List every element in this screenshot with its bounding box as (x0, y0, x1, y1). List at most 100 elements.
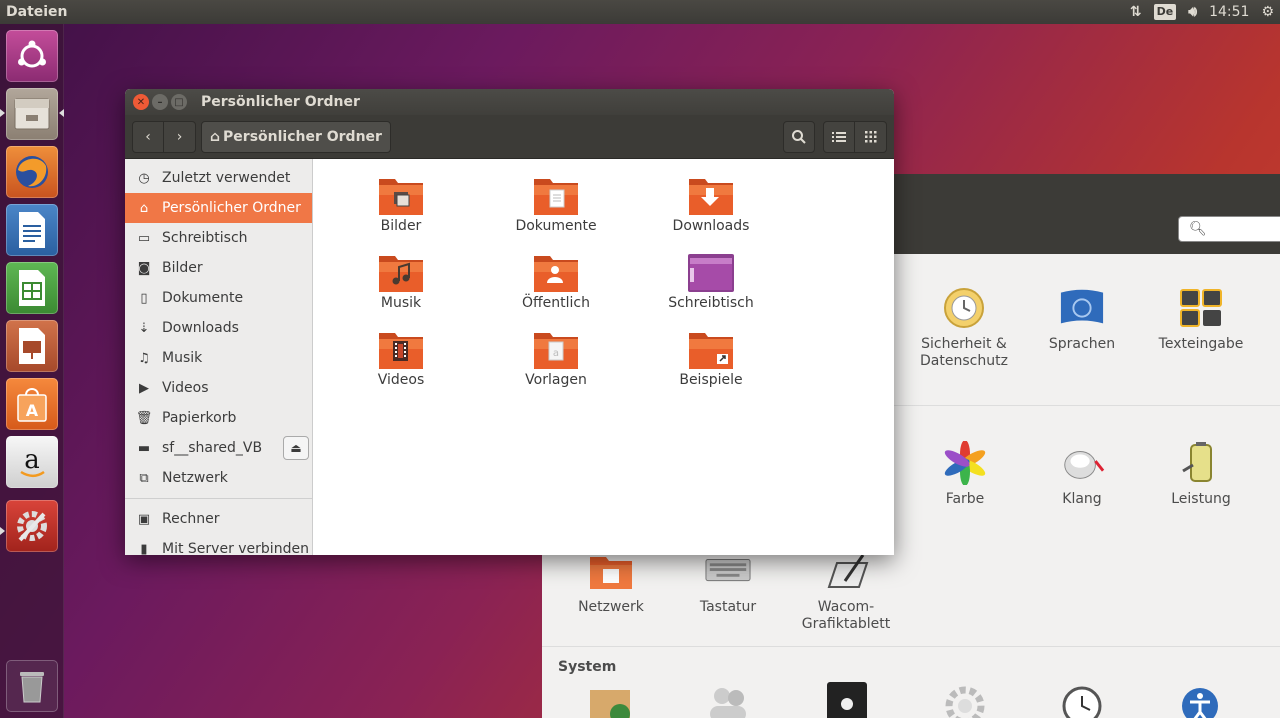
running-indicator (0, 109, 5, 117)
sidebar-item-desktop[interactable]: ▭ Schreibtisch (125, 223, 312, 253)
list-view-button[interactable] (823, 120, 855, 153)
home-icon: ⌂ (139, 200, 149, 216)
file-manager-window: ✕ – □ Persönlicher Ordner ‹ › ⌂ Persönli… (125, 89, 894, 555)
window-titlebar[interactable]: ✕ – □ Persönlicher Ordner (125, 89, 894, 115)
settings-item-label: Klang (1062, 491, 1102, 507)
chevron-left-icon: ‹ (145, 128, 151, 145)
folder-label: Schreibtisch (668, 295, 754, 311)
sidebar-item-downloads[interactable]: ⇣ Downloads (125, 313, 312, 343)
folder-label: Musik (380, 295, 422, 311)
sidebar-item-label: Downloads (162, 320, 239, 336)
eject-button[interactable]: ⏏ (283, 436, 309, 460)
folder-label: Dokumente (515, 218, 597, 234)
sidebar-item-connect-server[interactable]: ▮ Mit Server verbinden (125, 534, 312, 555)
settings-item-keyboard[interactable]: Tastatur (669, 549, 787, 616)
calc-icon[interactable] (6, 262, 58, 314)
ubuntu-dash-icon[interactable] (6, 30, 58, 82)
folder-item[interactable]: a Vorlagen (491, 327, 621, 388)
settings-item-label: Leistung (1171, 491, 1231, 507)
sidebar-item-recent[interactable]: ◷ Zuletzt verwendet (125, 163, 312, 193)
settings-item-color[interactable]: Farbe (906, 441, 1024, 508)
server-icon: ▮ (140, 541, 148, 556)
settings-search-input[interactable]: 🔍︎ (1178, 216, 1280, 242)
svg-text:A: A (26, 401, 39, 420)
keyboard-layout-indicator[interactable]: De (1153, 4, 1177, 20)
network-icon (588, 549, 634, 593)
backup-icon[interactable] (825, 682, 869, 718)
volume-icon[interactable]: 🔊︎ (1188, 4, 1197, 20)
home-icon: ⌂ (210, 128, 221, 145)
sidebar-item-trash[interactable]: 🗑︎ Papierkorb (125, 403, 312, 433)
folder-item[interactable]: Videos (336, 327, 466, 388)
grid-icon (864, 130, 876, 142)
settings-item-network[interactable]: Netzwerk (552, 549, 670, 616)
system-row-icons (542, 682, 1280, 718)
settings-item-power[interactable]: Leistung (1142, 441, 1260, 508)
gear-icon[interactable]: ⚙ (1261, 4, 1274, 20)
minimize-button[interactable]: – (152, 94, 168, 110)
files-icon[interactable] (6, 88, 58, 140)
accessibility-icon[interactable] (1178, 684, 1222, 718)
path-bar-label: Persönlicher Ordner (223, 128, 382, 145)
firefox-icon[interactable] (6, 146, 58, 198)
back-button[interactable]: ‹ (132, 120, 164, 153)
search-icon (792, 129, 806, 144)
folder-item[interactable]: Schreibtisch (646, 250, 776, 311)
settings-item-sound[interactable]: Klang (1023, 441, 1141, 508)
focus-indicator (59, 109, 64, 117)
file-grid: Bilder Dokumente Downloads Musik Öffentlich S… (313, 159, 894, 555)
impress-icon[interactable] (6, 320, 58, 372)
user-accounts-icon[interactable] (706, 686, 750, 718)
sidebar-separator (125, 498, 312, 499)
network-arrows-icon[interactable]: ⇅ (1130, 4, 1142, 20)
sidebar-item-network[interactable]: ⧉ Netzwerk (125, 463, 312, 493)
sidebar-item-computer[interactable]: ▣ Rechner (125, 504, 312, 534)
sound-icon (1059, 441, 1105, 485)
chevron-right-icon: › (176, 128, 183, 145)
system-settings-icon[interactable] (6, 500, 58, 552)
folder-item[interactable]: Bilder (336, 173, 466, 234)
details-gear-icon[interactable] (943, 684, 987, 718)
sidebar-item-music[interactable]: ♫ Musik (125, 343, 312, 373)
writer-icon[interactable] (6, 204, 58, 256)
settings-item-languages[interactable]: Sprachen (1023, 286, 1141, 353)
trash-icon[interactable] (6, 660, 58, 712)
text-input-icon (1178, 286, 1224, 330)
folder-item[interactable]: Dokumente (491, 173, 621, 234)
sidebar-item-documents[interactable]: ▯ Dokumente (125, 283, 312, 313)
sidebar-item-videos[interactable]: ▶ Videos (125, 373, 312, 403)
path-bar-home-button[interactable]: ⌂ Persönlicher Ordner (201, 120, 391, 153)
top-panel: Dateien ⇅ De 🔊︎ 14:51 ⚙ (0, 0, 1280, 24)
maximize-button[interactable]: □ (171, 94, 187, 110)
clock[interactable]: 14:51 (1209, 4, 1249, 20)
amazon-icon[interactable]: a (6, 436, 58, 488)
folder-item[interactable]: Downloads (646, 173, 776, 234)
keyboard-icon (705, 549, 751, 593)
indicator-area: ⇅ De 🔊︎ 14:51 ⚙ (1130, 4, 1280, 20)
settings-item-wacom[interactable]: Wacom-Grafiktablett (787, 549, 905, 633)
section-title-system: System (558, 659, 617, 675)
close-button[interactable]: ✕ (133, 94, 149, 110)
grid-view-button[interactable] (855, 120, 887, 153)
software-center-icon[interactable]: A (6, 378, 58, 430)
sidebar-item-label: Dokumente (162, 290, 244, 306)
search-button[interactable] (783, 120, 815, 153)
software-updates-icon[interactable] (588, 686, 632, 718)
sidebar-item-pictures[interactable]: ◙ Bilder (125, 253, 312, 283)
folder-item[interactable]: Öffentlich (491, 250, 621, 311)
folder-item[interactable]: Beispiele (646, 327, 776, 388)
sidebar-item-label: sf__shared_VB (162, 440, 263, 456)
folder-item[interactable]: Musik (336, 250, 466, 311)
search-icon: 🔍︎ (1189, 221, 1207, 237)
settings-item-label: Wacom-Grafiktablett (801, 599, 891, 632)
sidebar-item-shared-drive[interactable]: ▬ sf__shared_VB ⏏ (125, 433, 312, 463)
time-date-icon[interactable] (1060, 684, 1104, 718)
sidebar-item-home[interactable]: ⌂ Persönlicher Ordner (125, 193, 312, 223)
security-icon (941, 286, 987, 330)
settings-item-text-input[interactable]: Texteingabe (1142, 286, 1260, 353)
settings-item-security[interactable]: Sicherheit & Datenschutz (905, 286, 1023, 370)
svg-text:a: a (553, 348, 559, 359)
music-folder-icon (379, 256, 423, 292)
desktop-folder-icon (688, 254, 734, 292)
forward-button[interactable]: › (164, 120, 196, 153)
